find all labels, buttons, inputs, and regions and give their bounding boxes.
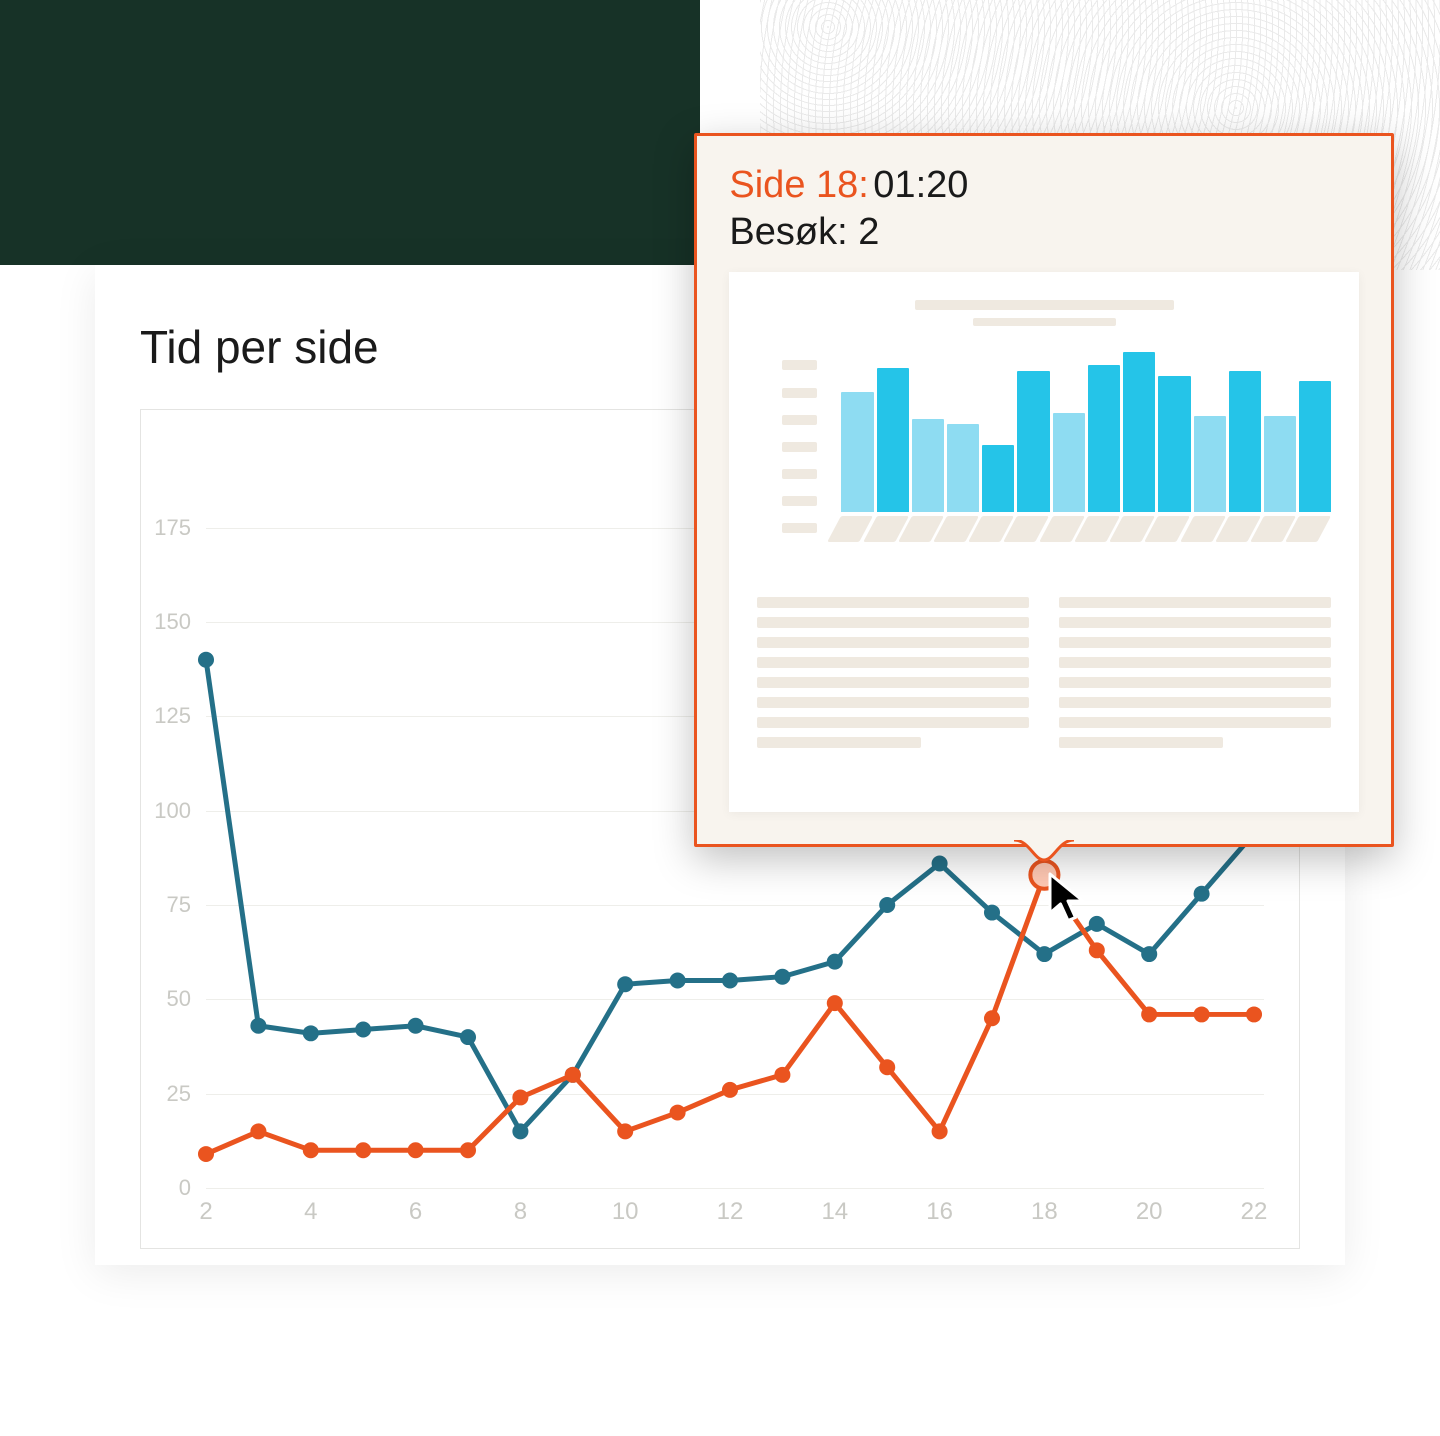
header-dark-band bbox=[0, 0, 700, 265]
data-point[interactable] bbox=[879, 897, 895, 913]
data-point[interactable] bbox=[617, 976, 633, 992]
data-point[interactable] bbox=[303, 1142, 319, 1158]
mini-bar bbox=[1158, 376, 1190, 512]
tooltip-visits-value: 2 bbox=[858, 211, 879, 253]
mini-bar bbox=[1088, 365, 1120, 512]
tooltip-page-preview bbox=[729, 272, 1359, 812]
y-tick-label: 50 bbox=[167, 986, 191, 1012]
y-tick-label: 25 bbox=[167, 1081, 191, 1107]
mini-bar bbox=[877, 368, 909, 512]
mini-bar bbox=[982, 445, 1014, 512]
y-tick-label: 100 bbox=[154, 798, 191, 824]
x-tick-label: 8 bbox=[514, 1198, 527, 1226]
data-point[interactable] bbox=[250, 1018, 266, 1034]
mini-bar bbox=[1264, 416, 1296, 512]
mini-bar bbox=[841, 392, 873, 512]
data-point[interactable] bbox=[827, 954, 843, 970]
tooltip-visits-label: Besøk: bbox=[729, 211, 847, 253]
data-point[interactable] bbox=[1194, 886, 1210, 902]
data-point[interactable] bbox=[408, 1142, 424, 1158]
data-point[interactable] bbox=[198, 652, 214, 668]
x-tick-label: 18 bbox=[1031, 1198, 1058, 1226]
mini-bar bbox=[947, 424, 979, 512]
data-point[interactable] bbox=[827, 995, 843, 1011]
data-point[interactable] bbox=[355, 1142, 371, 1158]
y-tick-label: 125 bbox=[154, 703, 191, 729]
data-point[interactable] bbox=[670, 973, 686, 989]
mini-bar-chart bbox=[841, 352, 1331, 512]
data-point[interactable] bbox=[1141, 946, 1157, 962]
tooltip-header: Side 18: 01:20 Besøk: 2 bbox=[697, 136, 1391, 272]
y-axis: 0255075100125150175 bbox=[141, 490, 201, 1188]
mini-bar bbox=[1194, 416, 1226, 512]
mini-x-labels bbox=[841, 516, 1331, 542]
data-point[interactable] bbox=[1089, 942, 1105, 958]
data-point[interactable] bbox=[460, 1029, 476, 1045]
data-point[interactable] bbox=[1141, 1006, 1157, 1022]
data-point[interactable] bbox=[408, 1018, 424, 1034]
hover-point-ring bbox=[1030, 861, 1058, 889]
y-tick-label: 175 bbox=[154, 515, 191, 541]
data-point[interactable] bbox=[250, 1123, 266, 1139]
data-point[interactable] bbox=[984, 905, 1000, 921]
x-tick-label: 2 bbox=[199, 1198, 212, 1226]
mini-bar bbox=[912, 419, 944, 512]
y-tick-label: 75 bbox=[167, 892, 191, 918]
x-tick-label: 6 bbox=[409, 1198, 422, 1226]
x-tick-label: 16 bbox=[926, 1198, 953, 1226]
mini-y-axis bbox=[757, 342, 817, 542]
x-axis: 246810121416182022 bbox=[206, 1198, 1254, 1238]
data-point[interactable] bbox=[774, 969, 790, 985]
data-point[interactable] bbox=[1089, 916, 1105, 932]
mini-bar bbox=[1053, 413, 1085, 512]
data-point[interactable] bbox=[198, 1146, 214, 1162]
data-point[interactable] bbox=[1036, 946, 1052, 962]
mini-bar bbox=[1229, 371, 1261, 512]
mini-title-placeholder bbox=[915, 300, 1173, 310]
mini-paragraphs bbox=[757, 597, 1331, 748]
data-point[interactable] bbox=[774, 1067, 790, 1083]
tooltip-time-value: 01:20 bbox=[873, 164, 968, 206]
mini-bar bbox=[1299, 381, 1331, 512]
data-point[interactable] bbox=[512, 1123, 528, 1139]
data-point[interactable] bbox=[460, 1142, 476, 1158]
x-tick-label: 14 bbox=[821, 1198, 848, 1226]
data-point[interactable] bbox=[355, 1022, 371, 1038]
mini-subtitle-placeholder bbox=[973, 318, 1117, 326]
data-point[interactable] bbox=[670, 1105, 686, 1121]
data-point[interactable] bbox=[565, 1067, 581, 1083]
tooltip-page-label: Side 18: bbox=[729, 164, 868, 206]
y-tick-label: 0 bbox=[179, 1175, 191, 1201]
data-point[interactable] bbox=[879, 1059, 895, 1075]
data-point[interactable] bbox=[932, 1123, 948, 1139]
y-tick-label: 150 bbox=[154, 609, 191, 635]
x-tick-label: 22 bbox=[1241, 1198, 1268, 1226]
data-point[interactable] bbox=[617, 1123, 633, 1139]
data-point[interactable] bbox=[722, 1082, 738, 1098]
data-point[interactable] bbox=[1194, 1006, 1210, 1022]
data-point[interactable] bbox=[722, 973, 738, 989]
data-point[interactable] bbox=[303, 1025, 319, 1041]
data-point[interactable] bbox=[512, 1089, 528, 1105]
chart-tooltip: Side 18: 01:20 Besøk: 2 bbox=[694, 133, 1394, 847]
data-point[interactable] bbox=[932, 856, 948, 872]
tooltip-tail bbox=[1014, 840, 1074, 862]
mini-bar bbox=[1017, 371, 1049, 512]
data-point[interactable] bbox=[984, 1010, 1000, 1026]
x-tick-label: 20 bbox=[1136, 1198, 1163, 1226]
x-tick-label: 12 bbox=[717, 1198, 744, 1226]
x-tick-label: 4 bbox=[304, 1198, 317, 1226]
data-point[interactable] bbox=[1246, 1006, 1262, 1022]
mini-bar bbox=[1123, 352, 1155, 512]
x-tick-label: 10 bbox=[612, 1198, 639, 1226]
